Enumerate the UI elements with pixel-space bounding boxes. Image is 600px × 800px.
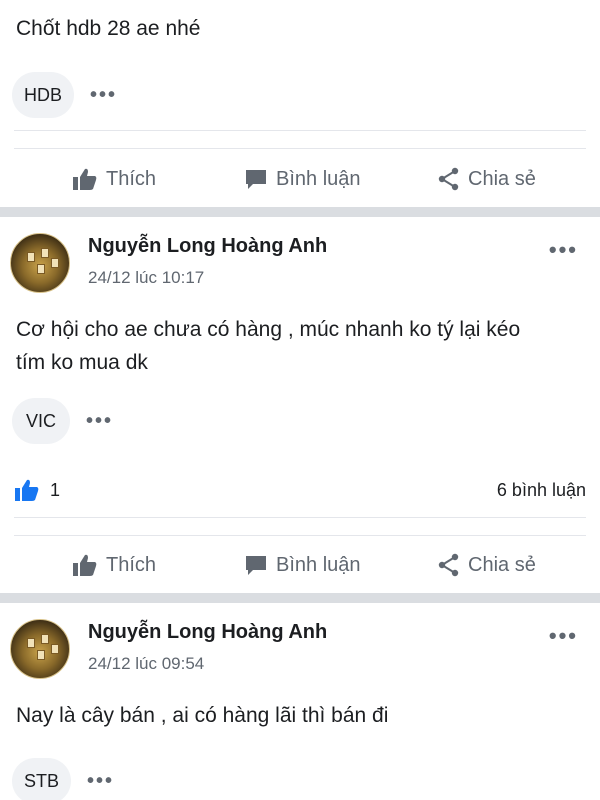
share-label: Chia sẻ bbox=[468, 167, 536, 190]
like-button[interactable]: Thích bbox=[72, 553, 156, 577]
post-text-line: Cơ hội cho ae chưa có hàng , múc nhanh k… bbox=[16, 318, 521, 341]
avatar-frame-decoration bbox=[37, 264, 45, 274]
avatar-frame-decoration bbox=[27, 252, 35, 262]
share-icon bbox=[438, 167, 459, 191]
post-hdb: Chốt hdb 28 ae nhé HDB ••• Thích Bình lu… bbox=[0, 0, 600, 205]
post-options-button[interactable]: ••• bbox=[549, 239, 578, 261]
like-count: 1 bbox=[50, 479, 61, 500]
post-text-line: tím ko mua dk bbox=[16, 351, 148, 374]
like-label: Thích bbox=[106, 553, 157, 576]
action-bar: Thích Bình luận Chia sẻ bbox=[0, 152, 600, 206]
avatar-frame-decoration bbox=[41, 634, 49, 644]
share-button[interactable]: Chia sẻ bbox=[438, 553, 536, 577]
like-label: Thích bbox=[106, 167, 157, 190]
comment-bubble-icon bbox=[246, 170, 266, 189]
share-button[interactable]: Chia sẻ bbox=[438, 167, 536, 191]
divider bbox=[14, 130, 586, 131]
section-separator bbox=[0, 207, 600, 217]
comment-button[interactable]: Bình luận bbox=[244, 167, 361, 191]
tags-row: STB ••• bbox=[12, 758, 114, 800]
comment-label: Bình luận bbox=[276, 553, 361, 576]
tags-row: VIC ••• bbox=[12, 398, 113, 444]
like-reaction-icon bbox=[15, 479, 39, 501]
more-tags-button[interactable]: ••• bbox=[90, 85, 117, 105]
thumbs-up-icon bbox=[73, 168, 97, 190]
avatar-frame-decoration bbox=[51, 644, 59, 654]
more-tags-button[interactable]: ••• bbox=[86, 411, 113, 431]
avatar-frame-decoration bbox=[27, 638, 35, 648]
post-header: Nguyễn Long Hoàng Anh 24/12 lúc 10:17 ••… bbox=[0, 233, 600, 303]
post-header: Nguyễn Long Hoàng Anh 24/12 lúc 09:54 ••… bbox=[0, 619, 600, 689]
comment-button[interactable]: Bình luận bbox=[244, 553, 361, 577]
tag-chip-vic[interactable]: VIC bbox=[12, 398, 70, 444]
tag-chip-hdb[interactable]: HDB bbox=[12, 72, 75, 118]
reactions-summary[interactable]: 1 bbox=[14, 478, 60, 502]
author-name[interactable]: Nguyễn Long Hoàng Anh bbox=[88, 235, 327, 258]
share-icon bbox=[438, 553, 459, 577]
tags-row: HDB ••• bbox=[12, 72, 117, 118]
like-button[interactable]: Thích bbox=[72, 167, 156, 191]
section-separator bbox=[0, 593, 600, 603]
divider bbox=[14, 535, 586, 536]
post-stats: 1 6 bình luận bbox=[14, 475, 586, 505]
avatar-frame-decoration bbox=[41, 248, 49, 258]
more-tags-button[interactable]: ••• bbox=[87, 771, 114, 791]
post-options-button[interactable]: ••• bbox=[549, 625, 578, 647]
post-vic: Nguyễn Long Hoàng Anh 24/12 lúc 10:17 ••… bbox=[0, 217, 600, 593]
post-timestamp[interactable]: 24/12 lúc 09:54 bbox=[88, 654, 204, 674]
author-name[interactable]: Nguyễn Long Hoàng Anh bbox=[88, 621, 327, 644]
avatar-frame-decoration bbox=[37, 650, 45, 660]
share-label: Chia sẻ bbox=[468, 553, 536, 576]
avatar[interactable] bbox=[10, 233, 70, 293]
post-text: Nay là cây bán , ai có hàng lãi thì bán … bbox=[16, 704, 389, 727]
post-text: Chốt hdb 28 ae nhé bbox=[16, 17, 201, 40]
comments-count[interactable]: 6 bình luận bbox=[497, 480, 586, 501]
post-timestamp[interactable]: 24/12 lúc 10:17 bbox=[88, 268, 204, 288]
avatar[interactable] bbox=[10, 619, 70, 679]
action-bar: Thích Bình luận Chia sẻ bbox=[0, 538, 600, 592]
avatar-frame-decoration bbox=[51, 258, 59, 268]
divider bbox=[14, 517, 586, 518]
divider bbox=[14, 148, 586, 149]
comment-bubble-icon bbox=[246, 556, 266, 575]
post-stb: Nguyễn Long Hoàng Anh 24/12 lúc 09:54 ••… bbox=[0, 603, 600, 800]
comment-label: Bình luận bbox=[276, 167, 361, 190]
tag-chip-stb[interactable]: STB bbox=[12, 758, 72, 800]
post-text: Cơ hội cho ae chưa có hàng , múc nhanh k… bbox=[16, 313, 520, 379]
thumbs-up-icon bbox=[73, 554, 97, 576]
